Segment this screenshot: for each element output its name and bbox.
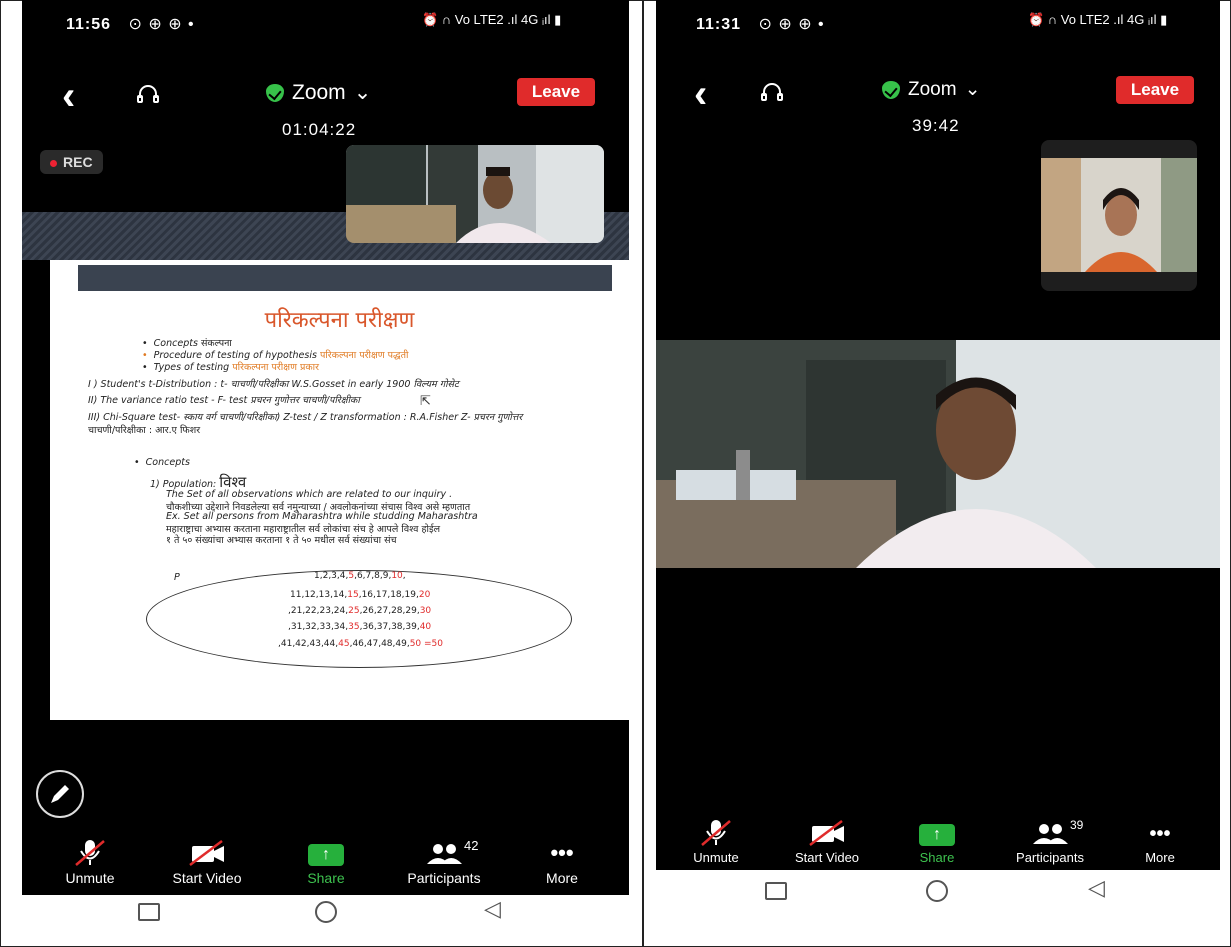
more-dots-icon: ••• bbox=[1149, 823, 1171, 845]
more-button[interactable]: ••• More bbox=[1130, 818, 1190, 865]
nav-back-icon[interactable]: ◁ bbox=[484, 896, 501, 922]
more-label: More bbox=[546, 870, 578, 886]
shared-document: परिकल्पना परीक्षण • Concepts संकल्पना • … bbox=[50, 260, 629, 720]
participants-icon bbox=[1033, 824, 1068, 844]
leave-button[interactable]: Leave bbox=[1116, 76, 1194, 104]
video-off-icon bbox=[189, 840, 224, 866]
mouse-cursor-icon: ⇱ bbox=[420, 393, 431, 408]
mic-muted-icon bbox=[75, 840, 105, 866]
status-time: 11:56 bbox=[66, 16, 112, 33]
share-label: Share bbox=[307, 870, 345, 886]
set-label-p: P bbox=[174, 572, 180, 583]
share-arrow-icon: ↑ bbox=[919, 824, 955, 846]
chevron-down-icon: ⌄ bbox=[964, 79, 981, 100]
meeting-title-dropdown[interactable]: Zoom ⌄ bbox=[882, 78, 981, 101]
nav-recents-icon[interactable] bbox=[138, 903, 160, 921]
doc-para-3: Ex. Set all persons from Maharashtra whi… bbox=[166, 511, 478, 522]
meeting-title: Zoom bbox=[908, 78, 957, 100]
rec-label: REC bbox=[63, 154, 93, 170]
set-row-5: ,41,42,43,44,45,46,47,48,49,50 =50 bbox=[278, 639, 444, 649]
back-chevron-icon[interactable]: ‹ bbox=[62, 76, 75, 116]
status-notification-icons: ⊙ ⊕ ⊕ • bbox=[758, 16, 825, 33]
participants-label: Participants bbox=[407, 870, 481, 886]
nav-recents-icon[interactable] bbox=[765, 882, 787, 900]
share-arrow-icon: ↑ bbox=[308, 844, 344, 866]
nav-home-icon[interactable] bbox=[315, 901, 337, 923]
back-chevron-icon[interactable]: ‹ bbox=[694, 74, 707, 114]
self-video-thumbnail[interactable] bbox=[346, 145, 604, 243]
record-dot-icon bbox=[50, 159, 57, 167]
start-video-label: Start Video bbox=[172, 870, 242, 886]
encryption-shield-icon bbox=[882, 80, 900, 99]
doc-para-1: The Set of all observations which are re… bbox=[166, 489, 453, 500]
participants-icon bbox=[427, 844, 462, 864]
doc-bullet-3: • Types of testing परिकल्पना परीक्षण प्र… bbox=[142, 362, 320, 373]
doc-para-5: १ ते ५० संख्यांचा अभ्यास करताना १ ते ५० … bbox=[166, 535, 397, 546]
active-speaker-video[interactable] bbox=[656, 340, 1220, 568]
leave-button[interactable]: Leave bbox=[517, 78, 595, 106]
meeting-title: Zoom bbox=[292, 80, 346, 104]
participants-count-badge: 42 bbox=[464, 838, 479, 853]
mic-muted-icon bbox=[701, 820, 731, 846]
panel-divider bbox=[642, 0, 644, 947]
headset-icon[interactable] bbox=[760, 82, 784, 104]
set-ellipse bbox=[146, 570, 572, 668]
nav-home-icon[interactable] bbox=[926, 880, 948, 902]
unmute-label: Unmute bbox=[693, 850, 739, 865]
status-bar-right: 11:31 ⊙ ⊕ ⊕ • bbox=[696, 14, 825, 34]
doc-header-bar bbox=[78, 265, 612, 291]
set-row-4: ,31,32,33,34,35,36,37,38,39,40 bbox=[288, 622, 432, 632]
unmute-button[interactable]: Unmute bbox=[50, 838, 130, 886]
doc-line-2: II) The variance ratio test - F- test प्… bbox=[88, 395, 360, 406]
set-row-3: ,21,22,23,24,25,26,27,28,29,30 bbox=[288, 606, 432, 616]
participant-thumbnail[interactable] bbox=[1041, 140, 1197, 291]
doc-line-4: चाचणी/परिक्षीका : आर.ए फिशर bbox=[88, 425, 201, 436]
doc-concepts: • Concepts bbox=[134, 457, 190, 468]
share-button[interactable]: ↑ Share bbox=[904, 818, 970, 865]
encryption-shield-icon bbox=[266, 83, 284, 102]
status-right-icons: ⏰ ∩ Vo LTE2 .ıl 4G ᵢıl ▮ bbox=[1028, 12, 1168, 27]
meeting-title-dropdown[interactable]: Zoom ⌄ bbox=[266, 80, 371, 105]
start-video-button[interactable]: Start Video bbox=[772, 818, 882, 865]
unmute-label: Unmute bbox=[65, 870, 115, 886]
participants-count-badge: 39 bbox=[1070, 818, 1084, 832]
annotate-pen-button[interactable] bbox=[36, 770, 84, 818]
participants-label: Participants bbox=[1016, 850, 1084, 865]
share-button[interactable]: ↑ Share bbox=[290, 838, 362, 886]
nav-back-icon[interactable]: ◁ bbox=[1088, 875, 1105, 901]
doc-line-1: I ) Student's t-Distribution : t- चाचणी/… bbox=[88, 379, 459, 390]
headset-icon[interactable] bbox=[136, 84, 160, 106]
start-video-label: Start Video bbox=[794, 850, 860, 865]
recording-indicator: REC bbox=[40, 150, 103, 174]
meeting-timer: 39:42 bbox=[912, 116, 960, 135]
doc-line-3: III) Chi-Square test- स्काय वर्ग चाचणी/प… bbox=[88, 412, 523, 423]
meeting-timer: 01:04:22 bbox=[282, 120, 357, 139]
set-row-2: 11,12,13,14,15,16,17,18,19,20 bbox=[290, 590, 431, 600]
meeting-toolbar: Unmute Start Video ↑ Share 42 Participan… bbox=[22, 838, 629, 888]
meeting-toolbar: Unmute Start Video ↑ Share 39 Participan… bbox=[656, 818, 1220, 868]
more-dots-icon: ••• bbox=[550, 840, 574, 865]
status-time: 11:31 bbox=[696, 16, 742, 33]
video-off-icon bbox=[809, 820, 844, 846]
status-bar-left: 11:56 ⊙ ⊕ ⊕ • bbox=[66, 14, 195, 34]
right-phone-screen: 11:31 ⊙ ⊕ ⊕ • ⏰ ∩ Vo LTE2 .ıl 4G ᵢıl ▮ ‹… bbox=[656, 0, 1220, 870]
start-video-button[interactable]: Start Video bbox=[152, 838, 262, 886]
participants-button[interactable]: 42 Participants bbox=[394, 838, 494, 886]
participants-button[interactable]: 39 Participants bbox=[1000, 818, 1100, 865]
doc-title: परिकल्पना परीक्षण bbox=[264, 308, 415, 333]
unmute-button[interactable]: Unmute bbox=[678, 818, 754, 865]
pen-icon bbox=[51, 785, 69, 803]
status-notification-icons: ⊙ ⊕ ⊕ • bbox=[128, 16, 195, 33]
more-button[interactable]: ••• More bbox=[532, 838, 592, 886]
more-label: More bbox=[1145, 850, 1175, 865]
share-label: Share bbox=[919, 850, 955, 865]
status-right-icons: ⏰ ∩ Vo LTE2 .ıl 4G ᵢıl ▮ bbox=[422, 12, 562, 27]
set-row-1: 1,2,3,4,5,6,7,8,9,10, bbox=[314, 571, 406, 581]
left-phone-screen: 11:56 ⊙ ⊕ ⊕ • ⏰ ∩ Vo LTE2 .ıl 4G ᵢıl ▮ ‹… bbox=[22, 0, 629, 895]
chevron-down-icon: ⌄ bbox=[353, 81, 372, 104]
